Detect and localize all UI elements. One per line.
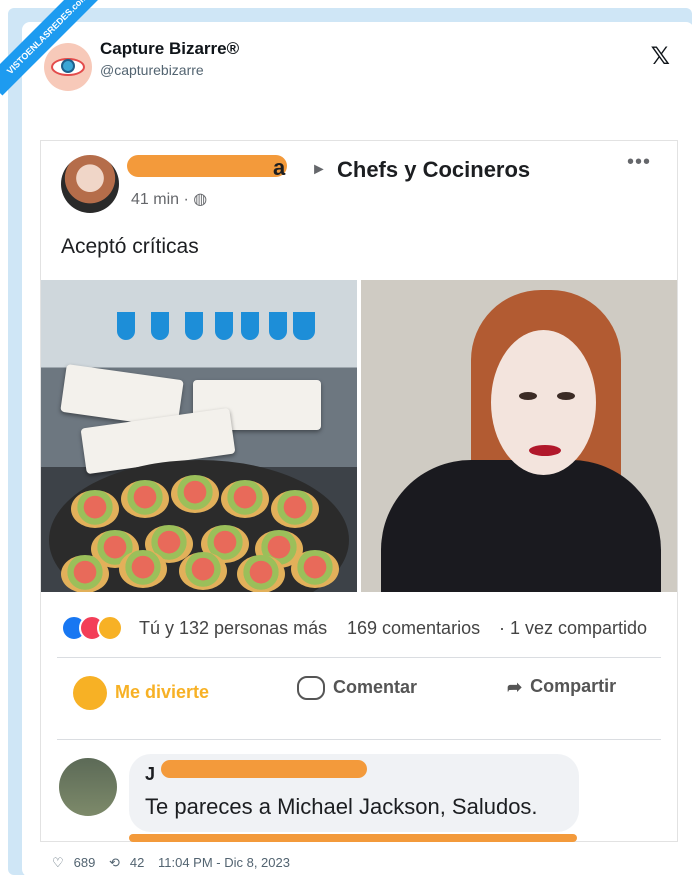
fb-author-avatar: [61, 155, 119, 213]
x-logo-icon[interactable]: 𝕏: [651, 42, 670, 70]
tweet-footer: ♡ 689 ⟲ 42 11:04 PM - Dic 8, 2023: [52, 855, 300, 871]
reactions-summary: Tú y 132 personas más: [139, 618, 328, 638]
tweet-frame: Capture Bizarre® @capturebizarre 𝕏 a ► C…: [8, 8, 694, 877]
haha-reaction-icon: [97, 615, 123, 641]
reaction-icons: [61, 615, 123, 641]
fb-author-name-tail: a: [273, 155, 286, 180]
comment-label: Comentar: [333, 676, 418, 697]
author-name-redaction: [127, 155, 287, 177]
shares-count: · 1 vez compartido: [499, 618, 648, 638]
share-button: ➦ Compartir: [507, 676, 616, 698]
tweet-timestamp[interactable]: 11:04 PM - Dic 8, 2023: [158, 855, 290, 870]
fb-post-time: 41 min · ◍: [131, 189, 207, 209]
globe-icon: ◍: [193, 191, 208, 208]
account-name[interactable]: Capture Bizarre®: [100, 39, 239, 59]
divider: [57, 739, 661, 740]
like-count: 689: [73, 855, 96, 870]
fb-group-name: Chefs y Cocineros: [337, 157, 531, 182]
like-icon[interactable]: ♡: [52, 855, 64, 870]
haha-face-icon: [73, 676, 107, 710]
comment-bubble-icon: [297, 676, 325, 700]
comments-count: 169 comentarios: [347, 618, 481, 638]
group-arrow-icon: ►: [311, 161, 327, 178]
commenter-avatar: [59, 758, 117, 816]
haha-reaction-button: Me divierte: [73, 676, 209, 710]
fb-post-text: Aceptó críticas: [61, 235, 199, 258]
retweet-icon[interactable]: ⟲: [109, 855, 120, 870]
fb-post-time-text: 41 min ·: [131, 191, 189, 208]
retweet-count: 42: [129, 855, 145, 870]
comment-text: Te pareces a Michael Jackson, Saludos.: [145, 794, 538, 819]
account-handle[interactable]: @capturebizarre: [100, 62, 204, 78]
comment-button: Comentar: [297, 676, 417, 700]
react-label: Me divierte: [115, 681, 210, 702]
selfie-photo: [361, 280, 677, 592]
facebook-post-screenshot: a ► Chefs y Cocineros 41 min · ◍ ••• Ace…: [40, 140, 678, 842]
eye-iris-icon: [61, 59, 75, 73]
more-options-icon: •••: [626, 151, 651, 173]
share-arrow-icon: ➦: [507, 676, 523, 697]
food-photo: [41, 280, 357, 592]
divider: [57, 657, 661, 658]
comment-bubble: J Te pareces a Michael Jackson, Saludos.: [129, 754, 579, 832]
comment-underline: [129, 834, 577, 842]
share-label: Compartir: [530, 676, 617, 696]
account-avatar[interactable]: [44, 43, 92, 91]
commenter-name-prefix: J: [145, 764, 156, 784]
commenter-name-redaction: [161, 760, 367, 778]
tweet-card: Capture Bizarre® @capturebizarre 𝕏 a ► C…: [22, 22, 694, 877]
